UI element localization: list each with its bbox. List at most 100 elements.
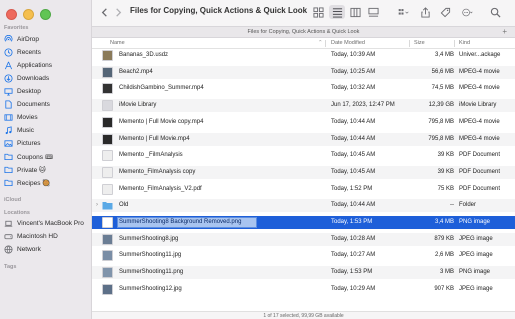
file-size: 39 KB bbox=[437, 152, 454, 159]
clock-icon bbox=[4, 48, 13, 57]
gallery-view-button[interactable] bbox=[366, 5, 380, 19]
file-size: 39 KB bbox=[437, 168, 454, 175]
column-view-button[interactable] bbox=[348, 5, 362, 19]
file-kind: PNG image bbox=[459, 269, 491, 276]
sidebar-item-documents[interactable]: Documents bbox=[4, 98, 50, 111]
list-icon bbox=[332, 7, 342, 18]
file-thumbnail-icon bbox=[102, 233, 113, 245]
file-row[interactable]: Memento_FilmAnalysis copy Today, 10:45 AM… bbox=[92, 165, 515, 179]
sidebar-item-label: Downloads bbox=[17, 75, 50, 82]
file-kind: MPEG-4 movie bbox=[459, 118, 500, 125]
file-row[interactable]: Memento | Full Movie.mp4 Today, 10:44 AM 7… bbox=[92, 132, 515, 146]
back-button[interactable] bbox=[98, 5, 110, 19]
tag-button[interactable] bbox=[438, 5, 452, 19]
file-size: 74,5 MB bbox=[431, 85, 454, 92]
file-name: ChildishGambino_Summer.mp4 bbox=[119, 85, 204, 92]
sidebar-item-movies[interactable]: Movies bbox=[4, 111, 38, 124]
sidebar-item-recipes[interactable]: Recipes 🥘 bbox=[4, 176, 50, 189]
file-date-modified: Today, 10:44 AM bbox=[331, 118, 376, 125]
file-size: 12,39 GB bbox=[428, 102, 454, 109]
new-tab-button[interactable]: + bbox=[502, 27, 507, 36]
file-size: -- bbox=[450, 202, 454, 209]
column-name[interactable]: Name bbox=[110, 40, 125, 46]
file-kind: JPEG image bbox=[459, 285, 493, 292]
sidebar-item-applications[interactable]: Applications bbox=[4, 59, 52, 72]
tab-files-for-copying[interactable]: Files for Copying, Quick Actions & Quick… bbox=[92, 29, 515, 35]
file-row[interactable]: Bananas_3D.usdz Today, 10:39 AM 3,4 MB Univ… bbox=[92, 49, 515, 62]
disk-icon bbox=[4, 232, 13, 241]
minimize-window-button[interactable] bbox=[23, 9, 34, 20]
sidebar-item-pictures[interactable]: Pictures bbox=[4, 137, 40, 150]
file-kind: MPEG-4 movie bbox=[459, 68, 500, 75]
close-window-button[interactable] bbox=[6, 9, 17, 20]
file-thumbnail-icon bbox=[102, 66, 113, 78]
file-name: Memento_FilmAnalysis_V2.pdf bbox=[119, 185, 202, 192]
file-row[interactable]: SummerShooting8 Background Removed.png To… bbox=[92, 216, 515, 229]
column-size[interactable]: Size bbox=[414, 40, 425, 46]
sidebar-item-label: Network bbox=[17, 246, 41, 253]
status-text: 1 of 17 selected, 99,99 GB available bbox=[263, 313, 344, 319]
file-thumbnail-icon bbox=[102, 217, 113, 228]
file-name: Bananas_3D.usdz bbox=[119, 52, 169, 58]
column-divider[interactable] bbox=[325, 40, 326, 47]
share-button[interactable] bbox=[418, 5, 432, 19]
window-title: Files for Copying, Quick Actions & Quick… bbox=[130, 6, 308, 15]
sidebar-item-label: Vincent's MacBook Pro bbox=[17, 220, 84, 227]
download-icon bbox=[4, 74, 13, 83]
sidebar-item-macintosh-hd[interactable]: Macintosh HD bbox=[4, 230, 58, 243]
file-name: SummerShooting8 Background Removed.png bbox=[119, 219, 242, 225]
sidebar-item-desktop[interactable]: Desktop bbox=[4, 85, 41, 98]
sidebar-item-recents[interactable]: Recents bbox=[4, 46, 41, 59]
file-row[interactable]: › Old Today, 10:44 AM -- Folder bbox=[92, 199, 515, 213]
disclosure-chevron-icon[interactable]: › bbox=[96, 202, 98, 208]
column-kind[interactable]: Kind bbox=[459, 40, 470, 46]
sidebar-item-label: AirDrop bbox=[17, 36, 40, 43]
forward-button[interactable] bbox=[112, 5, 124, 19]
sidebar-item-coupons[interactable]: Coupons 🎟 bbox=[4, 150, 53, 163]
file-thumbnail-icon bbox=[102, 100, 113, 112]
column-divider[interactable] bbox=[454, 40, 455, 47]
file-row[interactable]: Beach2.mp4 Today, 10:25 AM 56,6 MB MPEG-4 m… bbox=[92, 65, 515, 79]
action-menu-button[interactable] bbox=[458, 5, 476, 19]
sidebar-item-network[interactable]: Network bbox=[4, 243, 41, 256]
laptop-icon bbox=[4, 219, 13, 228]
file-row[interactable]: SummerShooting11.png Today, 1:53 PM 3 MB PN… bbox=[92, 266, 515, 280]
sidebar-item-music[interactable]: Music bbox=[4, 124, 34, 137]
file-name: Memento _FilmAnalysis bbox=[119, 152, 183, 159]
group-button[interactable] bbox=[394, 5, 412, 19]
file-row[interactable]: Memento _FilmAnalysis Today, 10:45 AM 39 K… bbox=[92, 149, 515, 162]
file-thumbnail-icon bbox=[102, 133, 113, 145]
list-view-button[interactable] bbox=[329, 5, 345, 19]
file-row[interactable]: ChildishGambino_Summer.mp4 Today, 10:32 A… bbox=[92, 82, 515, 95]
file-row[interactable]: SummerShooting12.jpg Today, 10:29 AM 907 K… bbox=[92, 283, 515, 296]
column-divider[interactable] bbox=[409, 40, 410, 47]
file-row[interactable]: iMovie Library Jun 17, 2023, 12:47 PM 12,3… bbox=[92, 99, 515, 113]
tag-icon bbox=[440, 7, 450, 17]
file-kind: iMovie Library bbox=[459, 102, 497, 109]
file-kind: MPEG-4 movie bbox=[459, 135, 500, 142]
sidebar-item-airdrop[interactable]: AirDrop bbox=[4, 33, 39, 46]
column-date-modified[interactable]: Date Modified bbox=[331, 40, 365, 46]
file-row[interactable]: SummerShooting8.jpg Today, 10:28 AM 879 KB… bbox=[92, 232, 515, 246]
finder-window: Favorites AirDrop Recents Applications Down… bbox=[0, 0, 515, 319]
favorites-heading: Favorites bbox=[4, 25, 29, 31]
zoom-window-button[interactable] bbox=[40, 9, 51, 20]
icon-view-button[interactable] bbox=[311, 5, 325, 19]
search-button[interactable] bbox=[488, 5, 502, 19]
file-kind: JPEG image bbox=[459, 235, 493, 242]
sidebar-item-downloads[interactable]: Downloads bbox=[4, 72, 49, 85]
folder-icon bbox=[4, 165, 13, 174]
tags-heading: Tags bbox=[4, 264, 17, 270]
file-name: SummerShooting11.png bbox=[119, 269, 184, 276]
icloud-heading: iCloud bbox=[4, 197, 22, 203]
columns-icon bbox=[349, 7, 361, 17]
file-row[interactable]: Memento | Full Movie copy.mp4 Today, 10:4… bbox=[92, 116, 515, 129]
file-name: iMovie Library bbox=[119, 102, 157, 109]
sidebar-item-private[interactable]: Private 🐱 bbox=[4, 163, 46, 176]
sidebar-item-vincent-s-macbook-pro[interactable]: Vincent's MacBook Pro bbox=[4, 217, 84, 230]
file-row[interactable]: Memento_FilmAnalysis_V2.pdf Today, 1:52 P… bbox=[92, 183, 515, 196]
sidebar-item-label: Recents bbox=[17, 49, 41, 56]
file-row[interactable]: SummerShooting11.jpg Today, 10:27 AM 2,6 M… bbox=[92, 249, 515, 262]
file-date-modified: Today, 1:52 PM bbox=[331, 185, 373, 192]
file-date-modified: Today, 10:32 AM bbox=[331, 85, 376, 92]
